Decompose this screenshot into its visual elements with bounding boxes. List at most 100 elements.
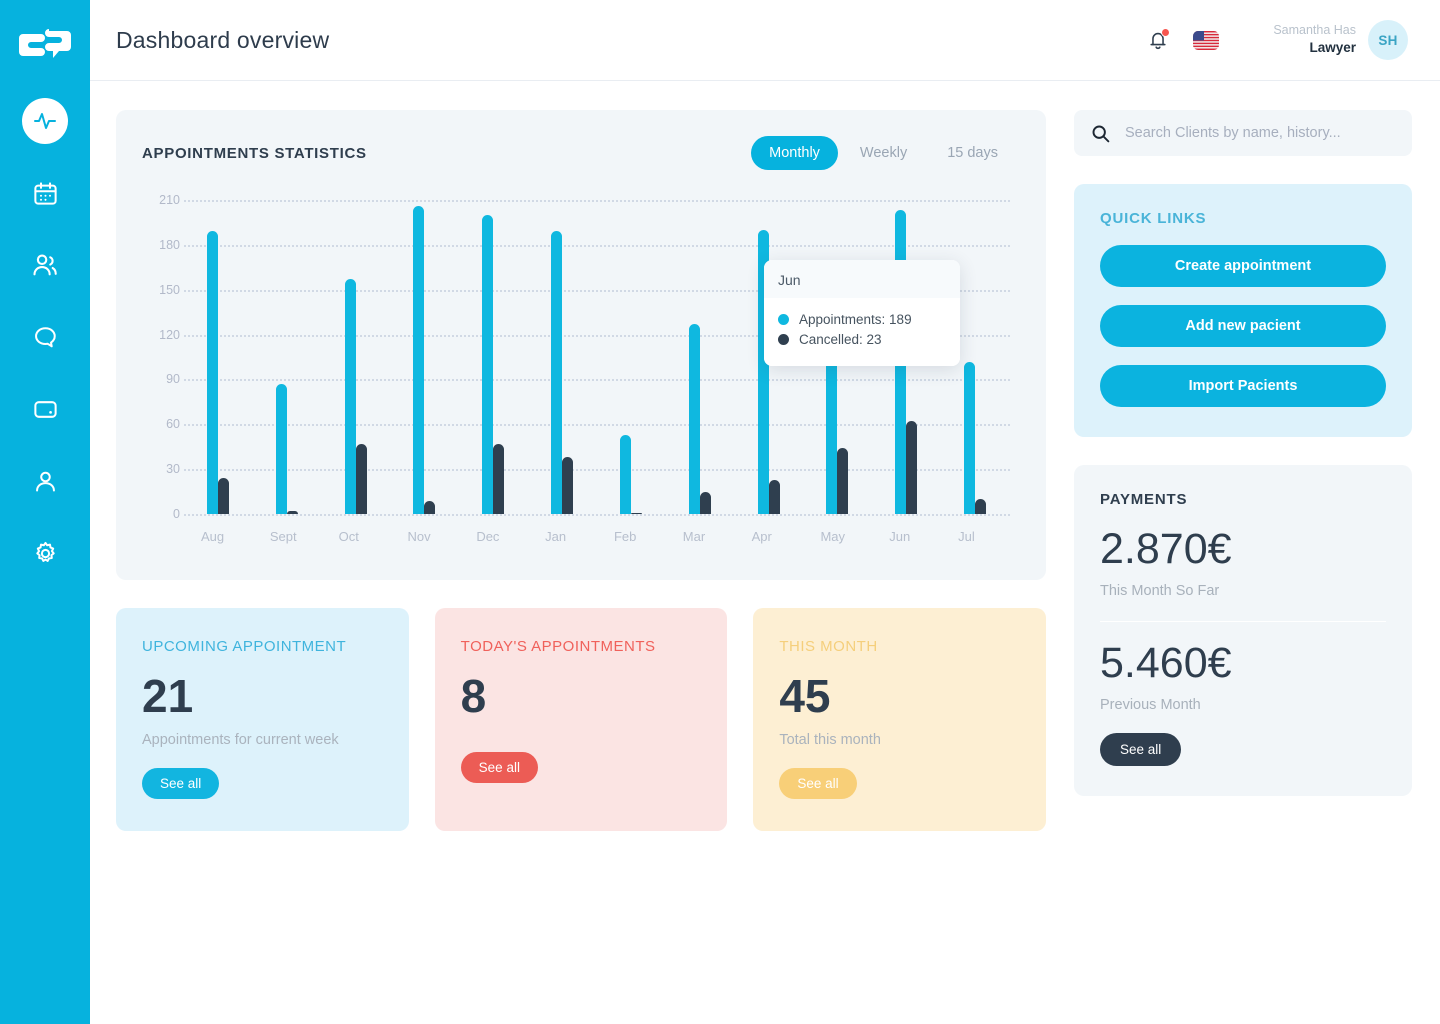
bar-appointments bbox=[619, 434, 631, 514]
stat-value: 21 bbox=[142, 670, 194, 722]
x-tick-label: Sept bbox=[269, 529, 297, 544]
x-tick-label: Nov bbox=[407, 529, 431, 544]
bar-appointments bbox=[964, 361, 976, 514]
language-selector[interactable] bbox=[1193, 27, 1220, 53]
notifications-button[interactable] bbox=[1145, 27, 1171, 53]
x-tick-label: Apr bbox=[751, 529, 772, 544]
calendar-icon bbox=[33, 181, 57, 205]
payments-panel: PAYMENTS 2.870€ This Month So Far 5.460€… bbox=[1074, 465, 1412, 796]
sidebar-item-settings[interactable] bbox=[22, 530, 68, 576]
stat-label: UPCOMING APPOINTMENT bbox=[142, 638, 347, 655]
chart-tooltip: Jun Appointments: 189 Cancelled: 23 bbox=[764, 260, 960, 366]
gridline bbox=[184, 514, 1010, 516]
settings-gear-icon bbox=[35, 541, 55, 562]
payments-previous-value: 5.460€ bbox=[1100, 639, 1232, 687]
bar-group[interactable] bbox=[459, 200, 528, 514]
user-info: Samantha Has Lawyer bbox=[1273, 22, 1356, 57]
app-root: Dashboard overview Samantha Has Lawyer S… bbox=[0, 0, 1440, 1024]
y-tick-label: 120 bbox=[159, 327, 180, 342]
sidebar-item-patients[interactable] bbox=[22, 242, 68, 288]
chart-header: APPOINTMENTS STATISTICS Monthly Weekly 1… bbox=[142, 136, 1016, 170]
wallet-icon bbox=[33, 400, 57, 418]
x-tick-label: Mar bbox=[682, 529, 706, 544]
right-column: QUICK LINKS Create appointment Add new p… bbox=[1074, 110, 1412, 1024]
bar-appointments bbox=[688, 324, 700, 514]
bar-cancelled bbox=[630, 512, 642, 514]
x-tick-label: Dec bbox=[476, 529, 500, 544]
add-new-pacient-button[interactable]: Add new pacient bbox=[1100, 305, 1386, 347]
tab-weekly[interactable]: Weekly bbox=[842, 136, 925, 170]
tooltip-appointments-label: Appointments: 189 bbox=[799, 312, 912, 327]
sidebar-item-messages[interactable] bbox=[22, 314, 68, 360]
y-tick-label: 210 bbox=[159, 193, 180, 207]
messages-bubble-icon bbox=[34, 326, 56, 347]
sidebar-item-profile[interactable] bbox=[22, 458, 68, 504]
payments-see-all-button[interactable]: See all bbox=[1100, 733, 1182, 766]
bar-group[interactable] bbox=[253, 200, 322, 514]
bar-appointments bbox=[207, 231, 218, 514]
see-all-button[interactable]: See all bbox=[460, 752, 538, 783]
create-appointment-button[interactable]: Create appointment bbox=[1100, 245, 1386, 287]
bar-group[interactable] bbox=[184, 200, 253, 514]
bar-group[interactable] bbox=[528, 200, 597, 514]
stat-card-this-month: THIS MONTH 45 Total this month See all bbox=[753, 608, 1047, 831]
tooltip-month: Jun bbox=[764, 260, 960, 298]
y-tick-label: 150 bbox=[159, 282, 180, 297]
sidebar bbox=[0, 0, 90, 1024]
user-menu[interactable]: Samantha Has Lawyer SH bbox=[1273, 20, 1408, 60]
chat-logo-icon[interactable] bbox=[17, 22, 73, 72]
bar-group[interactable] bbox=[597, 200, 666, 514]
stat-value: 45 bbox=[779, 670, 831, 722]
bar-appointments bbox=[413, 205, 425, 514]
chart-title: APPOINTMENTS STATISTICS bbox=[142, 144, 367, 162]
bar-group[interactable] bbox=[666, 200, 735, 514]
stat-label: TODAY'S APPOINTMENTS bbox=[460, 638, 656, 655]
see-all-button[interactable]: See all bbox=[142, 768, 220, 799]
legend-dot-appointments bbox=[778, 314, 789, 325]
sidebar-item-dashboard[interactable] bbox=[22, 98, 68, 144]
stat-subtitle: Appointments for current week bbox=[142, 732, 339, 748]
bar-cancelled bbox=[355, 443, 367, 514]
y-tick-label: 30 bbox=[166, 462, 180, 477]
sidebar-item-wallet[interactable] bbox=[22, 386, 68, 432]
tab-15-days[interactable]: 15 days bbox=[929, 136, 1016, 170]
payments-divider bbox=[1100, 621, 1386, 622]
sidebar-item-calendar[interactable] bbox=[22, 170, 68, 216]
bar-appointments bbox=[275, 383, 287, 514]
bar-cancelled bbox=[493, 443, 505, 514]
x-tick-label: May bbox=[820, 529, 846, 544]
bar-appointments bbox=[482, 214, 494, 514]
profile-person-icon bbox=[35, 471, 55, 492]
left-column: APPOINTMENTS STATISTICS Monthly Weekly 1… bbox=[116, 110, 1047, 1024]
tab-monthly[interactable]: Monthly bbox=[751, 136, 838, 170]
search-input[interactable] bbox=[1125, 125, 1396, 141]
bar-group[interactable] bbox=[390, 200, 459, 514]
range-tabs: Monthly Weekly 15 days bbox=[751, 136, 1016, 170]
main-area: Dashboard overview Samantha Has Lawyer S… bbox=[90, 0, 1440, 1024]
stat-cards: UPCOMING APPOINTMENT 21 Appointments for… bbox=[116, 608, 1047, 831]
y-axis-labels: 0 30 60 90 120 150 180 210 bbox=[142, 193, 180, 521]
us-flag-icon bbox=[1193, 30, 1220, 50]
stat-card-upcoming: UPCOMING APPOINTMENT 21 Appointments for… bbox=[116, 608, 409, 831]
x-axis-labels: Aug Sept Oct Nov Dec Jan Feb Mar Apr May Jun Jul bbox=[184, 529, 1010, 544]
import-pacients-button[interactable]: Import Pacients bbox=[1100, 365, 1386, 407]
payments-current-label: This Month So Far bbox=[1100, 583, 1220, 599]
bar-cancelled bbox=[218, 478, 229, 514]
search-bar[interactable] bbox=[1074, 110, 1412, 156]
payments-current-value: 2.870€ bbox=[1100, 525, 1232, 573]
x-tick-label: Feb bbox=[613, 529, 637, 544]
tooltip-cancelled-label: Cancelled: 23 bbox=[799, 332, 882, 347]
bar-cancelled bbox=[906, 421, 918, 514]
x-tick-label: Jul bbox=[958, 529, 975, 544]
user-name: Samantha Has bbox=[1273, 23, 1356, 38]
legend-dot-cancelled bbox=[778, 334, 789, 345]
x-tick-label: Jan bbox=[545, 529, 567, 544]
bar-group[interactable] bbox=[322, 200, 391, 514]
top-bar: Dashboard overview Samantha Has Lawyer S… bbox=[90, 0, 1440, 81]
user-role: Lawyer bbox=[1309, 40, 1356, 56]
bar-cancelled bbox=[837, 448, 849, 514]
quick-links-title: QUICK LINKS bbox=[1100, 210, 1207, 227]
see-all-button[interactable]: See all bbox=[779, 768, 857, 799]
payments-previous-label: Previous Month bbox=[1100, 697, 1201, 713]
avatar[interactable]: SH bbox=[1368, 20, 1408, 60]
